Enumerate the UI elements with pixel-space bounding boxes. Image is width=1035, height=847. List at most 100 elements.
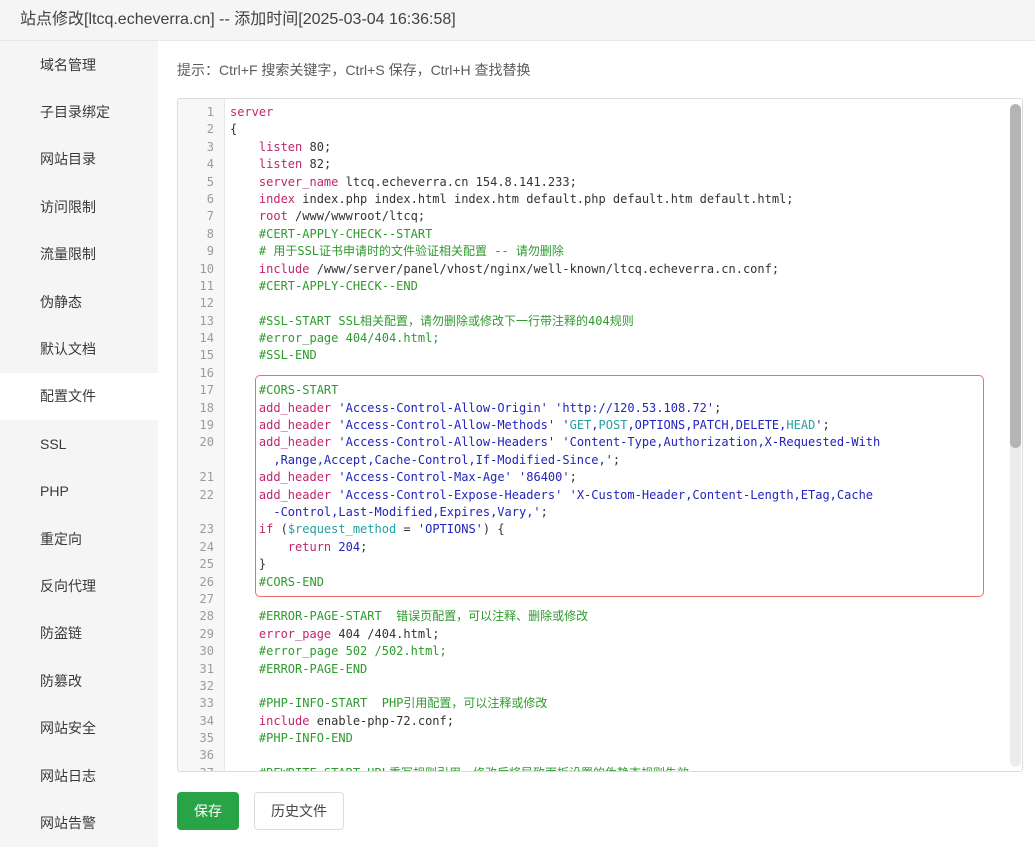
code-text: #SSL-END: [225, 347, 317, 364]
code-text: error_page 404 /404.html;: [225, 626, 440, 643]
code-line[interactable]: 1server: [178, 104, 1022, 121]
code-text: #SSL-START SSL相关配置，请勿删除或修改下一行带注释的404规则: [225, 313, 634, 330]
code-text: #PHP-INFO-END: [225, 730, 353, 747]
code-line[interactable]: 8 #CERT-APPLY-CHECK--START: [178, 226, 1022, 243]
config-code-editor[interactable]: 1server2{3 listen 80;4 listen 82;5 serve…: [177, 98, 1023, 772]
line-number: 25: [178, 556, 225, 573]
code-line[interactable]: 36: [178, 747, 1022, 764]
code-line[interactable]: 30 #error_page 502 /502.html;: [178, 643, 1022, 660]
sidebar-item-reverse-proxy[interactable]: 反向代理: [0, 562, 158, 609]
code-text: [225, 295, 230, 312]
code-line[interactable]: 13 #SSL-START SSL相关配置，请勿删除或修改下一行带注释的404规…: [178, 313, 1022, 330]
sidebar-item-access-limit[interactable]: 访问限制: [0, 183, 158, 230]
code-text: }: [225, 556, 266, 573]
sidebar-item-ssl[interactable]: SSL: [0, 420, 158, 467]
code-text: #CORS-START: [225, 382, 338, 399]
code-text: [225, 365, 230, 382]
code-line[interactable]: 26 #CORS-END: [178, 574, 1022, 591]
sidebar-item-traffic-limit[interactable]: 流量限制: [0, 231, 158, 278]
code-text: {: [225, 121, 237, 138]
code-line[interactable]: 25 }: [178, 556, 1022, 573]
history-files-button[interactable]: 历史文件: [254, 792, 344, 830]
line-number: 36: [178, 747, 225, 764]
line-number: 21: [178, 469, 225, 486]
code-line[interactable]: -Control,Last-Modified,Expires,Vary,';: [178, 504, 1022, 521]
code-line[interactable]: 28 #ERROR-PAGE-START 错误页配置，可以注释、删除或修改: [178, 608, 1022, 625]
sidebar-item-default-doc[interactable]: 默认文档: [0, 325, 158, 372]
sidebar-item-site-directory[interactable]: 网站目录: [0, 136, 158, 183]
code-text: index index.php index.html index.htm def…: [225, 191, 794, 208]
editor-scrollbar-track[interactable]: [1010, 104, 1021, 767]
editor-scrollbar-thumb[interactable]: [1010, 104, 1021, 448]
code-line[interactable]: 6 index index.php index.html index.htm d…: [178, 191, 1022, 208]
line-number: 28: [178, 608, 225, 625]
code-text: server_name ltcq.echeverra.cn 154.8.141.…: [225, 174, 577, 191]
code-line[interactable]: 23 if ($request_method = 'OPTIONS') {: [178, 521, 1022, 538]
code-line[interactable]: 16: [178, 365, 1022, 382]
line-number: 34: [178, 713, 225, 730]
line-number: 27: [178, 591, 225, 608]
line-number: 17: [178, 382, 225, 399]
code-line[interactable]: 21 add_header 'Access-Control-Max-Age' '…: [178, 469, 1022, 486]
sidebar-item-tamper-proof[interactable]: 防篡改: [0, 657, 158, 704]
sidebar-item-subdir-bind[interactable]: 子目录绑定: [0, 88, 158, 135]
code-text: #error_page 502 /502.html;: [225, 643, 447, 660]
line-number: 37: [178, 765, 225, 772]
code-line[interactable]: 27: [178, 591, 1022, 608]
code-line[interactable]: 11 #CERT-APPLY-CHECK--END: [178, 278, 1022, 295]
code-line[interactable]: 15 #SSL-END: [178, 347, 1022, 364]
code-line[interactable]: 32: [178, 678, 1022, 695]
line-number: 29: [178, 626, 225, 643]
code-line[interactable]: 12: [178, 295, 1022, 312]
code-line[interactable]: 22 add_header 'Access-Control-Expose-Hea…: [178, 487, 1022, 504]
code-text: #ERROR-PAGE-START 错误页配置，可以注释、删除或修改: [225, 608, 588, 625]
line-number: 24: [178, 539, 225, 556]
code-line[interactable]: 10 include /www/server/panel/vhost/nginx…: [178, 261, 1022, 278]
code-line[interactable]: 14 #error_page 404/404.html;: [178, 330, 1022, 347]
code-line[interactable]: 2{: [178, 121, 1022, 138]
line-number: 19: [178, 417, 225, 434]
line-number: 1: [178, 104, 225, 121]
code-line[interactable]: 4 listen 82;: [178, 156, 1022, 173]
line-number: [178, 504, 225, 521]
line-number: [178, 452, 225, 469]
code-rows[interactable]: 1server2{3 listen 80;4 listen 82;5 serve…: [178, 104, 1022, 772]
code-line[interactable]: 3 listen 80;: [178, 139, 1022, 156]
code-line[interactable]: ,Range,Accept,Cache-Control,If-Modified-…: [178, 452, 1022, 469]
sidebar-item-site-security[interactable]: 网站安全: [0, 704, 158, 751]
code-line[interactable]: 37 #REWRITE-START URL重写规则引用，修改后将导致面板设置的伪…: [178, 765, 1022, 772]
code-line[interactable]: 9 # 用于SSL证书申请时的文件验证相关配置 -- 请勿删除: [178, 243, 1022, 260]
sidebar-item-php[interactable]: PHP: [0, 468, 158, 515]
sidebar-item-site-alert[interactable]: 网站告警: [0, 799, 158, 846]
code-line[interactable]: 29 error_page 404 /404.html;: [178, 626, 1022, 643]
code-text: add_header 'Access-Control-Allow-Origin'…: [225, 400, 721, 417]
code-line[interactable]: 19 add_header 'Access-Control-Allow-Meth…: [178, 417, 1022, 434]
code-text: listen 82;: [225, 156, 331, 173]
line-number: 6: [178, 191, 225, 208]
window-title-bar: 站点修改[ltcq.echeverra.cn] -- 添加时间[2025-03-…: [0, 0, 1035, 41]
shortcut-hint: 提示：Ctrl+F 搜索关键字，Ctrl+S 保存，Ctrl+H 查找替换: [177, 60, 531, 80]
line-number: 16: [178, 365, 225, 382]
sidebar-item-site-log[interactable]: 网站日志: [0, 752, 158, 799]
code-text: add_header 'Access-Control-Allow-Headers…: [225, 434, 880, 451]
code-line[interactable]: 31 #ERROR-PAGE-END: [178, 661, 1022, 678]
code-line[interactable]: 20 add_header 'Access-Control-Allow-Head…: [178, 434, 1022, 451]
code-line[interactable]: 17 #CORS-START: [178, 382, 1022, 399]
sidebar-item-redirect[interactable]: 重定向: [0, 515, 158, 562]
save-button[interactable]: 保存: [177, 792, 239, 830]
code-line[interactable]: 33 #PHP-INFO-START PHP引用配置，可以注释或修改: [178, 695, 1022, 712]
code-line[interactable]: 7 root /www/wwwroot/ltcq;: [178, 208, 1022, 225]
code-line[interactable]: 34 include enable-php-72.conf;: [178, 713, 1022, 730]
code-line[interactable]: 35 #PHP-INFO-END: [178, 730, 1022, 747]
code-line[interactable]: 24 return 204;: [178, 539, 1022, 556]
code-text: return 204;: [225, 539, 367, 556]
sidebar-item-hotlink-protect[interactable]: 防盗链: [0, 610, 158, 657]
sidebar-item-config-file[interactable]: 配置文件: [0, 373, 158, 420]
line-number: 4: [178, 156, 225, 173]
code-line[interactable]: 5 server_name ltcq.echeverra.cn 154.8.14…: [178, 174, 1022, 191]
code-line[interactable]: 18 add_header 'Access-Control-Allow-Orig…: [178, 400, 1022, 417]
code-text: [225, 678, 230, 695]
sidebar-item-domain-manage[interactable]: 域名管理: [0, 41, 158, 88]
sidebar-item-url-rewrite[interactable]: 伪静态: [0, 278, 158, 325]
code-text: if ($request_method = 'OPTIONS') {: [225, 521, 505, 538]
